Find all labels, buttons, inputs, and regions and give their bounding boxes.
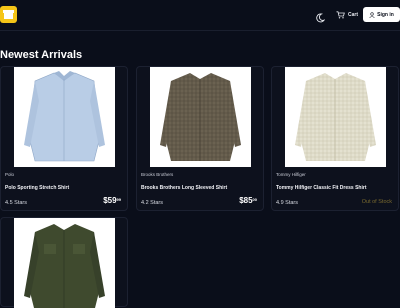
product-image[interactable] [14, 67, 115, 167]
dark-mode-icon[interactable] [315, 10, 326, 23]
product-image[interactable] [14, 218, 115, 308]
store-logo[interactable] [0, 6, 17, 23]
product-brand: Tommy Hilfiger [276, 172, 306, 177]
shop-icon [3, 10, 14, 19]
cart-label: Cart [348, 12, 359, 18]
product-price: $8500 [239, 196, 257, 205]
product-price: $5999 [103, 196, 121, 205]
product-brand: Brooks Brothers [141, 172, 174, 177]
product-image[interactable] [285, 67, 386, 167]
product-brand: Polo [5, 172, 15, 177]
product-card[interactable]: Tommy Hilfiger Tommy Hilfiger Classic Fi… [271, 66, 399, 211]
product-card[interactable]: Polo Polo Sporting Stretch Shirt 4.5 Sta… [0, 66, 128, 211]
cart-icon [336, 11, 345, 19]
out-of-stock-label: Out of Stock [361, 199, 392, 205]
product-name[interactable]: Brooks Brothers Long Sleeved Shirt [141, 185, 227, 191]
cart-button[interactable]: Cart [336, 10, 358, 20]
page-title: Newest Arrivals [0, 49, 83, 61]
product-image[interactable] [150, 67, 251, 167]
sign-in-button[interactable]: Sign in [363, 7, 400, 22]
user-icon [369, 11, 375, 18]
top-bar: Cart Sign in [0, 0, 400, 31]
product-rating: 4.2 Stars [141, 200, 164, 206]
product-card[interactable] [0, 217, 128, 308]
product-name[interactable]: Polo Sporting Stretch Shirt [5, 185, 69, 191]
product-rating: 4.5 Stars [5, 200, 28, 206]
product-name[interactable]: Tommy Hilfiger Classic Fit Dress Shirt [276, 185, 367, 191]
product-rating: 4.9 Stars [276, 200, 299, 206]
product-card[interactable]: Brooks Brothers Brooks Brothers Long Sle… [136, 66, 264, 211]
sign-in-label: Sign in [377, 11, 394, 18]
